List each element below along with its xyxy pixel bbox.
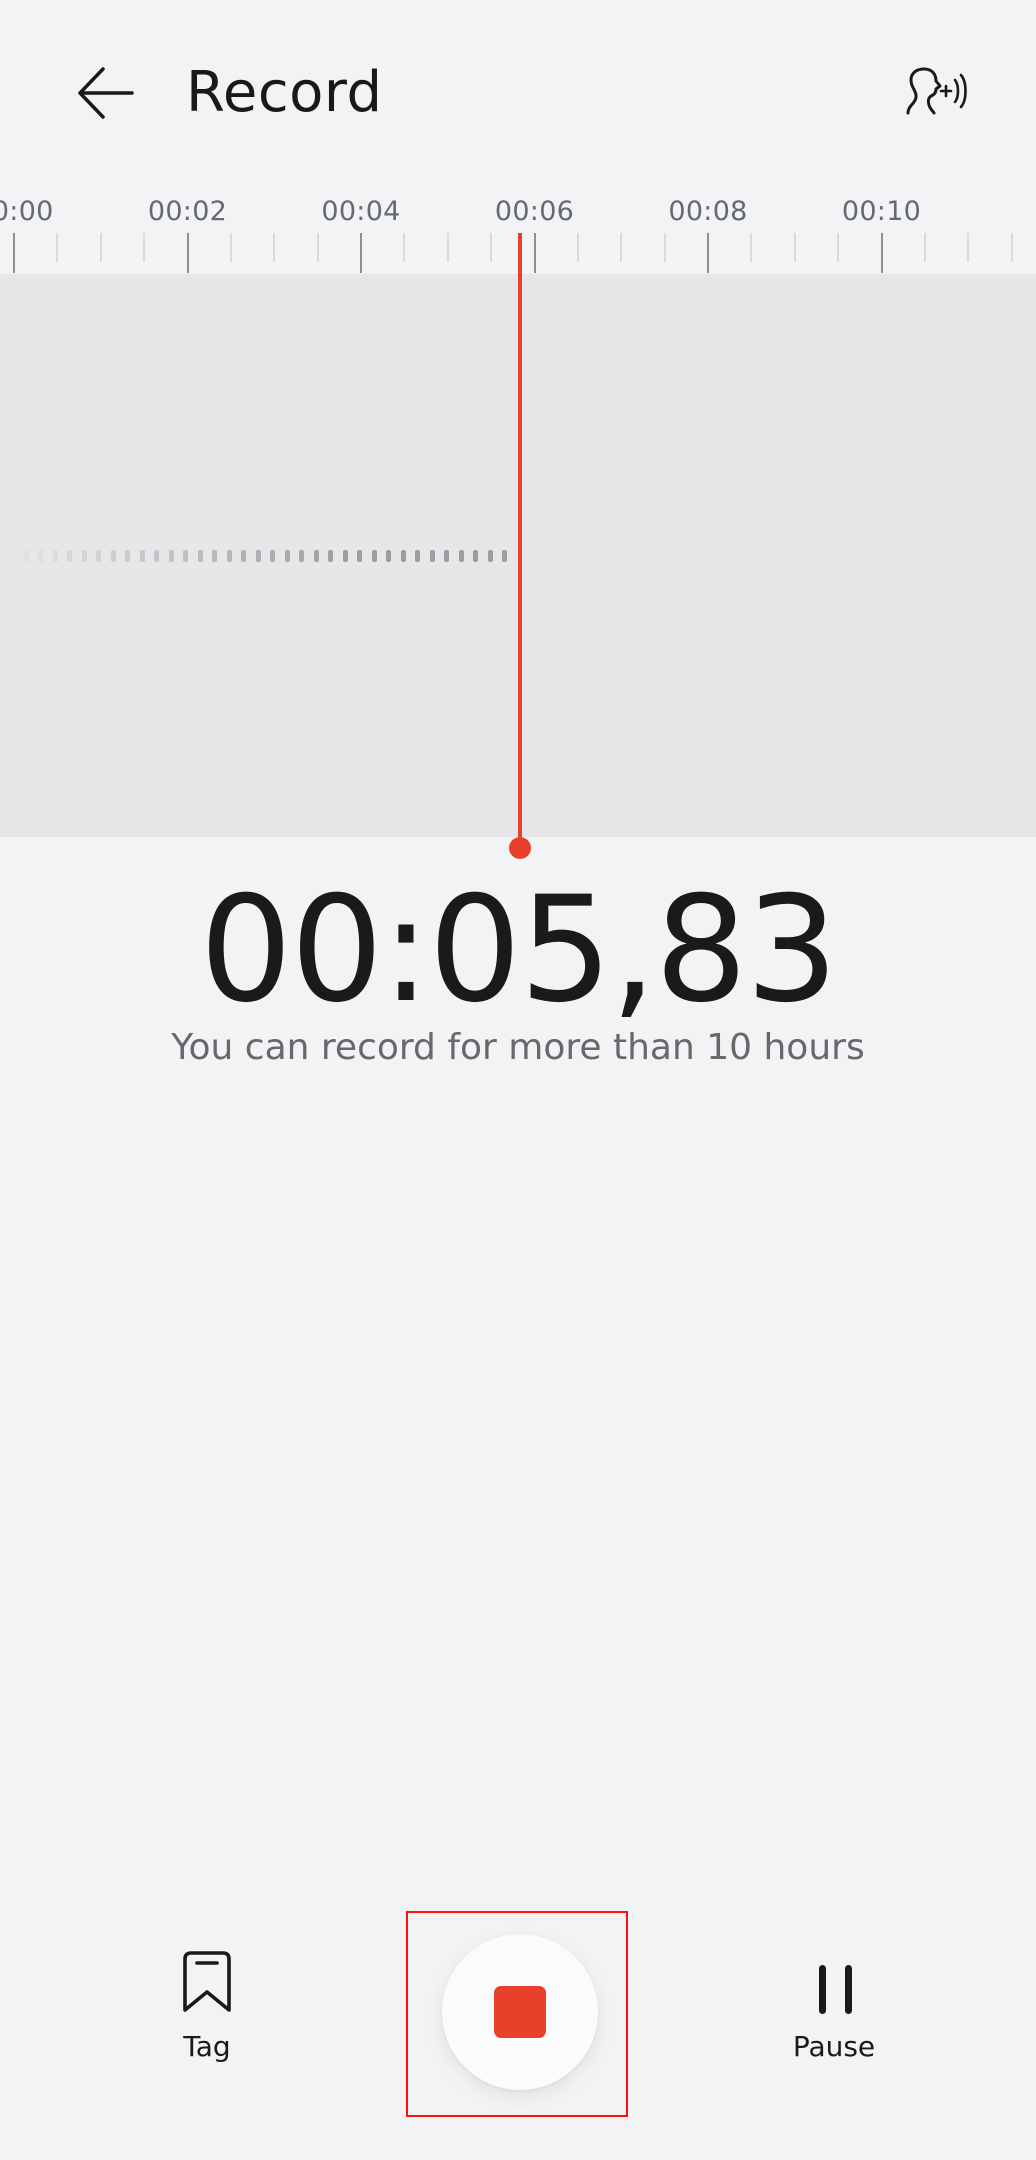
minor-tick	[273, 233, 276, 262]
waveform-bar	[270, 550, 276, 562]
waveform-bar	[313, 550, 319, 562]
minor-tick	[576, 233, 579, 262]
minor-tick	[143, 233, 146, 262]
waveform-bar	[284, 550, 290, 562]
back-button[interactable]	[60, 58, 150, 128]
pause-icon	[819, 1965, 852, 2014]
minor-tick	[99, 233, 102, 262]
minor-tick	[923, 233, 926, 262]
elapsed-time: 00:05,83	[199, 865, 839, 1035]
waveform-bar	[502, 550, 508, 562]
waveform-bar	[226, 550, 232, 562]
waveform-bar	[357, 550, 363, 562]
recording-hint: You can record for more than 10 hours	[171, 1027, 865, 1068]
waveform-bar	[299, 550, 305, 562]
waveform-bar	[183, 550, 189, 562]
minor-tick	[316, 233, 319, 262]
waveform-bar	[400, 550, 406, 562]
major-tick	[880, 233, 883, 273]
waveform-bar	[67, 550, 73, 562]
minor-tick	[1010, 233, 1013, 262]
waveform-bar	[125, 550, 131, 562]
major-tick	[360, 233, 362, 273]
stop-button[interactable]	[442, 1934, 598, 2090]
waveform-bar	[52, 550, 58, 562]
waveform-bar	[96, 550, 102, 562]
waveform-bar	[255, 550, 261, 562]
voice-enhance-icon	[906, 67, 967, 115]
waveform-bar	[241, 550, 247, 562]
waveform-bar	[38, 550, 44, 562]
waveform-bar	[429, 550, 435, 562]
playhead-line[interactable]	[517, 233, 522, 845]
minor-tick	[620, 233, 623, 262]
major-tick	[707, 233, 709, 273]
stop-icon	[494, 1986, 546, 2038]
pause-label: Pause	[792, 2030, 876, 2063]
minor-tick	[967, 233, 970, 262]
tick-label: 00:00	[0, 196, 54, 227]
minor-tick	[793, 233, 796, 262]
voice-enhance-button[interactable]	[893, 56, 979, 128]
arrow-left-icon	[78, 67, 134, 119]
waveform-bar	[415, 550, 421, 562]
tick-label: 00:08	[668, 196, 748, 227]
waveform-bar	[473, 550, 479, 562]
waveform-bar	[168, 550, 174, 562]
waveform-bar	[81, 550, 87, 562]
waveform-bar	[23, 550, 29, 562]
minor-tick	[750, 233, 753, 262]
pause-button[interactable]: Pause	[774, 1950, 894, 2075]
waveform-bar	[458, 550, 464, 562]
tick-label: 00:02	[147, 196, 228, 227]
waveform-bar	[328, 550, 334, 562]
minor-tick	[229, 233, 232, 262]
minor-tick	[490, 233, 493, 262]
major-tick	[186, 233, 189, 273]
bookmark-icon	[183, 1951, 231, 2012]
major-tick	[13, 233, 15, 273]
waveform-bar	[342, 550, 348, 562]
major-tick	[533, 233, 536, 273]
playhead-handle[interactable]	[508, 837, 531, 859]
tick-label: 00:04	[321, 196, 401, 227]
tick-label: 00:06	[494, 196, 575, 227]
waveform-bar	[371, 550, 377, 562]
tag-button[interactable]: Tag	[147, 1950, 267, 2075]
waveform-bar	[139, 550, 145, 562]
waveform-bar	[110, 550, 116, 562]
minor-tick	[837, 233, 840, 262]
waveform-bar	[197, 550, 203, 562]
minor-tick	[56, 233, 59, 262]
page-title: Record	[186, 60, 383, 125]
tick-label: 00:10	[841, 196, 922, 227]
waveform-bar	[487, 550, 493, 562]
waveform-bar	[444, 550, 450, 562]
minor-tick	[403, 233, 406, 262]
minor-tick	[446, 233, 449, 262]
waveform-bar	[386, 550, 392, 562]
waveform-bar	[154, 550, 160, 562]
minor-tick	[663, 233, 666, 262]
tag-label: Tag	[183, 2030, 231, 2063]
waveform-bar	[212, 550, 218, 562]
